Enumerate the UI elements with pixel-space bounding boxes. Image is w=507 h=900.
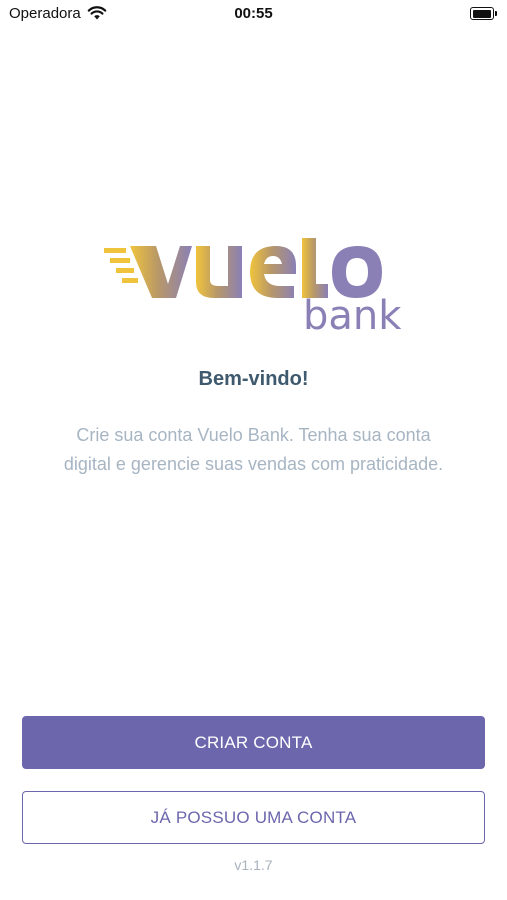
- login-button[interactable]: JÁ POSSUO UMA CONTA: [22, 791, 485, 844]
- welcome-title: Bem-vindo!: [198, 368, 309, 390]
- clock: 00:55: [234, 5, 273, 22]
- vuelo-bank-logo: bank: [100, 238, 410, 339]
- welcome-description-line-2: digital e gerencie suas vendas com prati…: [63, 454, 444, 474]
- logo-bank-text: bank: [303, 293, 402, 339]
- app-version: v1.1.7: [234, 857, 273, 873]
- welcome-description-line-1: Crie sua conta Vuelo Bank. Tenha sua con…: [76, 425, 431, 445]
- create-account-button[interactable]: CRIAR CONTA: [22, 716, 485, 769]
- status-bar: Operadora 00:55: [0, 0, 507, 28]
- welcome-description: Crie sua conta Vuelo Bank. Tenha sua con…: [30, 421, 477, 479]
- battery-icon: [470, 7, 497, 20]
